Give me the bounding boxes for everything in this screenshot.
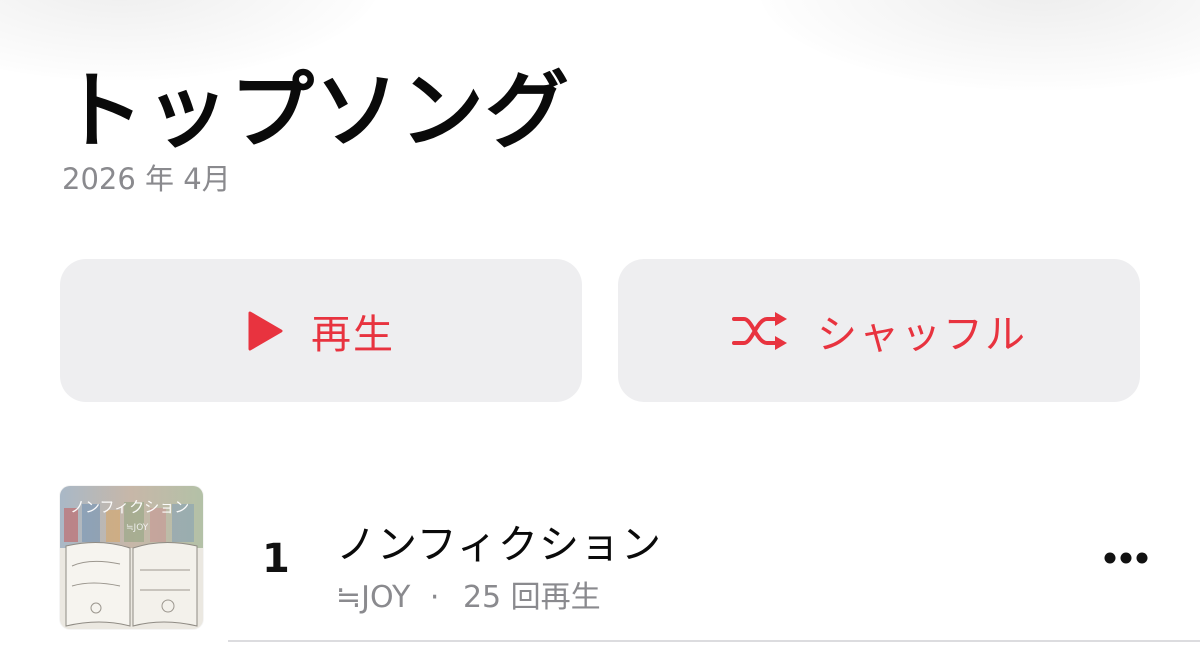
- background-blur-right: [760, 0, 1200, 90]
- album-artwork: ノンフィクション ≒JOY: [60, 486, 203, 629]
- shuffle-button[interactable]: シャッフル: [618, 259, 1140, 402]
- shuffle-icon: [731, 310, 789, 352]
- top-songs-page: トップソング 2026 年 4月 再生 シャッフル ノンフィクション ≒JOY …: [0, 0, 1200, 645]
- song-play-count: 25 回再生: [462, 580, 601, 615]
- play-button[interactable]: 再生: [60, 259, 582, 402]
- play-icon: [247, 311, 283, 351]
- play-button-label: 再生: [311, 311, 395, 358]
- shuffle-button-label: シャッフル: [817, 311, 1027, 358]
- song-meta: ≒JOY · 25 回再生: [336, 572, 601, 616]
- song-title: ノンフィクション: [336, 522, 662, 568]
- more-ellipsis-icon: [1104, 552, 1148, 564]
- song-rank: 1: [262, 536, 290, 582]
- meta-separator: ·: [429, 580, 440, 615]
- artwork-artist-text: ≒JOY: [126, 523, 149, 533]
- row-divider: [228, 640, 1200, 642]
- song-artist[interactable]: ≒JOY: [336, 580, 410, 615]
- more-button[interactable]: [1098, 550, 1154, 566]
- page-subtitle-date: 2026 年 4月: [62, 162, 231, 196]
- page-title: トップソング: [60, 62, 571, 160]
- song-row[interactable]: ノンフィクション ≒JOY 1 ノンフィクション ≒JOY · 25 回再生: [0, 484, 1200, 634]
- artwork-title-text: ノンフィクション: [70, 498, 189, 516]
